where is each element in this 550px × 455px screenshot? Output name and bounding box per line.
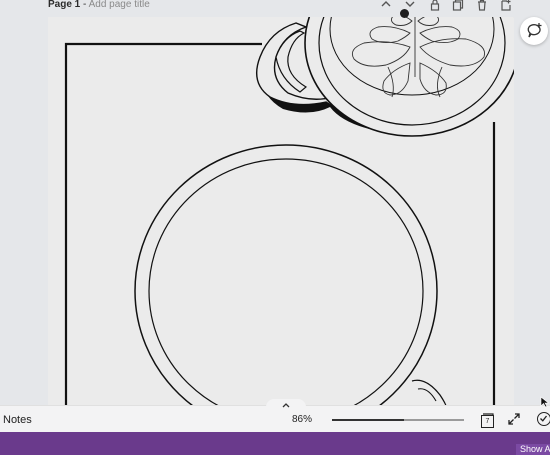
expand-icon xyxy=(507,413,521,430)
chevron-up-icon[interactable] xyxy=(379,0,393,13)
notes-button[interactable]: Notes xyxy=(3,414,32,426)
page-grid-button[interactable]: 7 xyxy=(479,411,495,428)
add-page-icon[interactable] xyxy=(499,0,513,13)
page-header: Page 1 - Add page title xyxy=(0,0,550,14)
page-title[interactable]: Page 1 - Add page title xyxy=(48,0,150,10)
add-comment-button[interactable] xyxy=(520,17,548,45)
check-circle-icon[interactable] xyxy=(537,412,550,426)
zoom-percentage[interactable]: 86% xyxy=(292,414,312,425)
design-canvas[interactable] xyxy=(48,17,514,407)
page-title-separator: - xyxy=(80,0,89,10)
chevron-up-icon xyxy=(282,400,290,410)
zoom-slider-thumb[interactable] xyxy=(400,9,409,18)
bottom-toolbar: Notes 86% 7 xyxy=(0,399,550,434)
zoom-slider-fill xyxy=(332,419,404,421)
page-title-input[interactable]: Add page title xyxy=(89,0,150,10)
lock-icon[interactable] xyxy=(428,0,442,13)
zoom-slider[interactable] xyxy=(332,419,464,421)
show-all-button[interactable]: Show A xyxy=(516,444,550,455)
duplicate-icon[interactable] xyxy=(451,0,465,13)
collapse-notes-button[interactable] xyxy=(266,399,306,409)
taskbar xyxy=(0,432,550,455)
trash-icon[interactable] xyxy=(475,0,489,13)
fullscreen-button[interactable] xyxy=(507,412,521,426)
mouse-cursor-icon xyxy=(540,395,550,408)
page-label: Page 1 xyxy=(48,0,81,10)
canvas-artwork xyxy=(64,17,514,407)
pages-count: 7 xyxy=(481,415,494,428)
comment-add-icon xyxy=(520,23,548,49)
